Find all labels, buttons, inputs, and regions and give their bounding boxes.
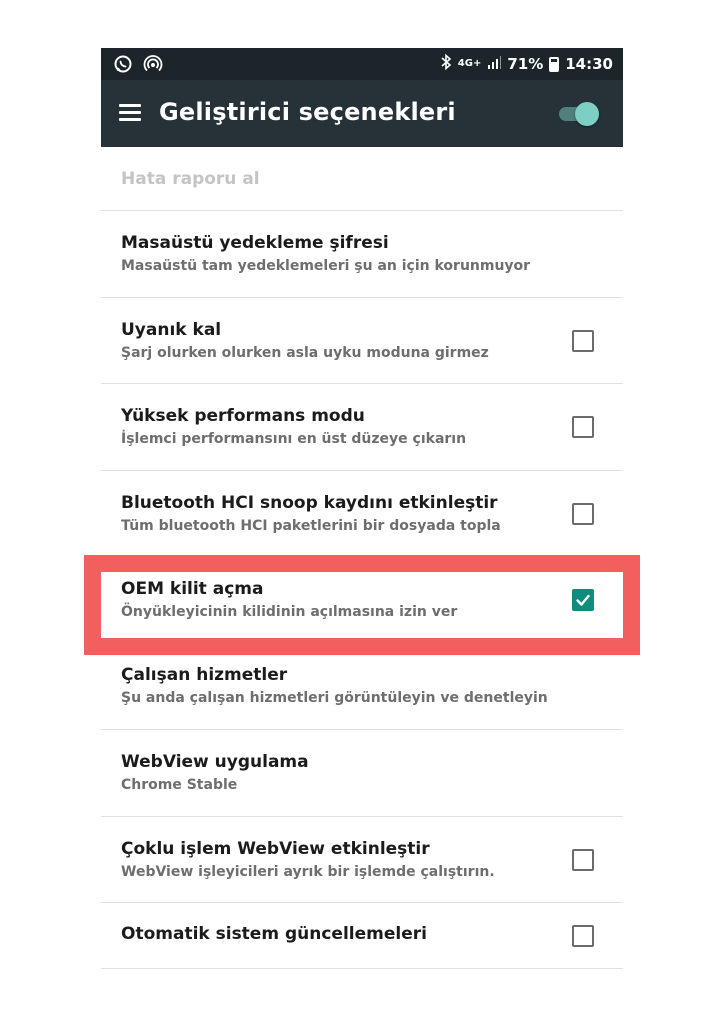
network-type: 4G+	[457, 58, 482, 69]
row-title: Masaüstü yedekleme şifresi	[121, 233, 389, 253]
toggle-thumb	[575, 102, 599, 126]
row-title: WebView uygulama	[121, 752, 309, 772]
settings-row-bug-report: Hata raporu al	[101, 147, 623, 211]
row-title: OEM kilit açma	[121, 579, 264, 599]
app-bar: Geliştirici seçenekleri	[101, 80, 623, 147]
multiprocess-webview-checkbox[interactable]	[572, 849, 594, 871]
row-title: Otomatik sistem güncellemeleri	[121, 924, 427, 944]
high-performance-checkbox[interactable]	[572, 416, 594, 438]
row-subtitle: İşlemci performansını en üst düzeye çıka…	[121, 431, 467, 447]
phone-screen: 4G+ 71% 14:30 Geliştirici seçenekleri Ha…	[101, 48, 623, 1024]
settings-row-running-services[interactable]: Çalışan hizmetler Şu anda çalışan hizmet…	[101, 644, 623, 730]
whatsapp-icon	[113, 54, 133, 74]
settings-row-webview-implementation[interactable]: WebView uygulama Chrome Stable	[101, 730, 623, 817]
row-subtitle: WebView işleyicileri ayrık bir işlemde ç…	[121, 864, 495, 880]
signal-icon	[487, 55, 502, 73]
page-title: Geliştirici seçenekleri	[159, 98, 456, 126]
auto-updates-checkbox[interactable]	[572, 925, 594, 947]
oem-unlock-checkbox[interactable]	[572, 589, 594, 611]
row-subtitle: Chrome Stable	[121, 777, 238, 793]
settings-row-desktop-backup-password[interactable]: Masaüstü yedekleme şifresi Masaüstü tam …	[101, 211, 623, 298]
bluetooth-icon	[440, 53, 452, 75]
row-title: Yüksek performans modu	[121, 406, 365, 426]
settings-row-bluetooth-hci-snoop[interactable]: Bluetooth HCI snoop kaydını etkinleştir …	[101, 471, 623, 557]
developer-options-toggle[interactable]	[557, 100, 599, 126]
settings-row-multiprocess-webview[interactable]: Çoklu işlem WebView etkinleştir WebView …	[101, 817, 623, 903]
settings-row-auto-system-updates[interactable]: Otomatik sistem güncellemeleri	[101, 903, 623, 969]
bluetooth-hci-checkbox[interactable]	[572, 503, 594, 525]
checkmark-icon	[576, 594, 590, 606]
stay-awake-checkbox[interactable]	[572, 330, 594, 352]
settings-row-oem-unlock[interactable]: OEM kilit açma Önyükleyicinin kilidinin …	[101, 572, 623, 638]
row-subtitle: Masaüstü tam yedeklemeleri şu an için ko…	[121, 258, 531, 274]
row-subtitle: Şu anda çalışan hizmetleri görüntüleyin …	[121, 690, 548, 706]
row-title: Uyanık kal	[121, 320, 222, 340]
battery-percent: 71%	[507, 55, 544, 73]
status-bar: 4G+ 71% 14:30	[101, 48, 623, 80]
row-subtitle: Önyükleyicinin kilidinin açılmasına izin…	[121, 604, 458, 620]
row-subtitle: Tüm bluetooth HCI paketlerini bir dosyad…	[121, 518, 501, 534]
battery-icon	[549, 56, 560, 72]
row-title: Çoklu işlem WebView etkinleştir	[121, 839, 430, 859]
row-title: Hata raporu al	[121, 169, 260, 189]
clock: 14:30	[565, 55, 613, 73]
hotspot-icon	[143, 54, 163, 74]
settings-row-high-performance[interactable]: Yüksek performans modu İşlemci performan…	[101, 384, 623, 471]
row-title: Çalışan hizmetler	[121, 665, 288, 685]
row-title: Bluetooth HCI snoop kaydını etkinleştir	[121, 493, 498, 513]
hamburger-menu-icon[interactable]	[119, 104, 141, 122]
row-subtitle: Şarj olurken olurken asla uyku moduna gi…	[121, 345, 489, 361]
settings-row-stay-awake[interactable]: Uyanık kal Şarj olurken olurken asla uyk…	[101, 298, 623, 384]
